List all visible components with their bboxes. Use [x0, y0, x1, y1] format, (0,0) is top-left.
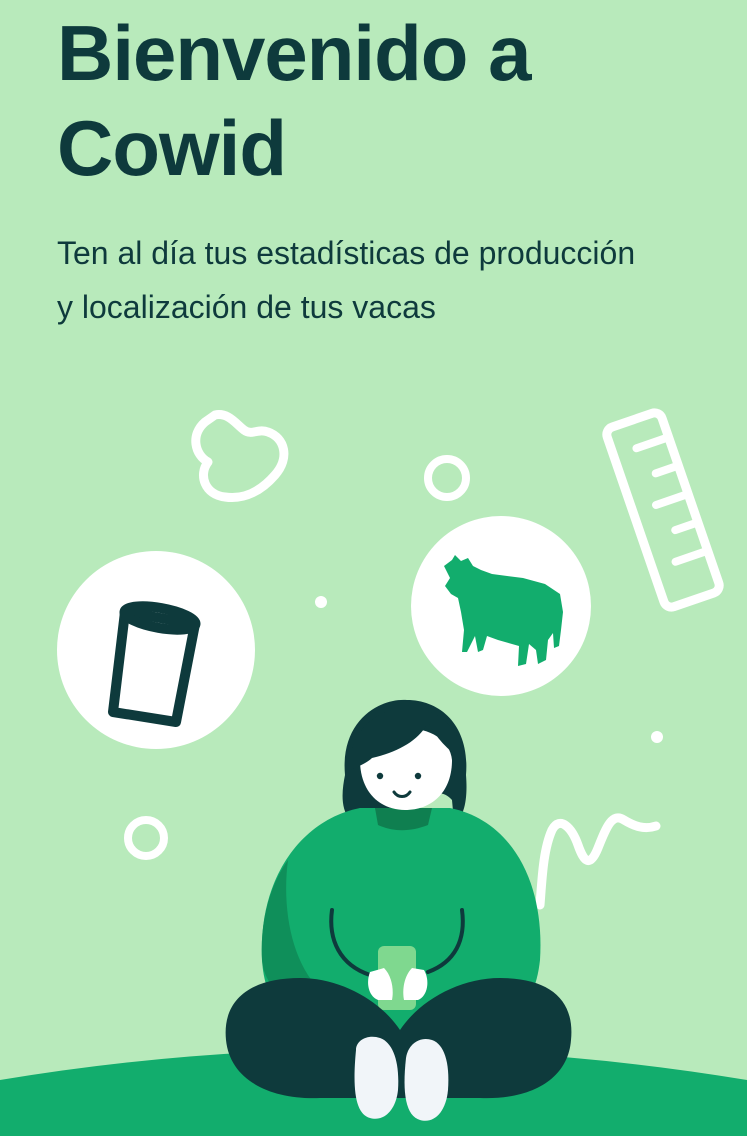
squiggle-decoration: [535, 813, 661, 910]
welcome-subtitle-line-2: y localización de tus vacas: [57, 289, 436, 325]
cow-badge: [411, 516, 591, 696]
welcome-title-line-2: Cowid: [57, 104, 287, 192]
dot-decoration: [315, 596, 327, 608]
welcome-subtitle-line-1: Ten al día tus estadísticas de producció…: [57, 235, 636, 271]
blob-icon: [191, 410, 289, 503]
welcome-screen: Bienvenido a Cowid Ten al día tus estadí…: [0, 0, 747, 1136]
person-sock-left: [354, 1036, 399, 1119]
welcome-title-line-1: Bienvenido a: [57, 9, 531, 97]
welcome-subtitle: Ten al día tus estadísticas de producció…: [57, 226, 717, 334]
welcome-title: Bienvenido a Cowid: [57, 6, 697, 196]
welcome-illustration: [0, 408, 747, 1136]
ruler-icon: [602, 408, 724, 612]
person-sock-right: [404, 1038, 449, 1121]
person-illustration: [225, 699, 572, 1121]
ring-decoration-left: [124, 816, 168, 860]
milk-glass-badge: [57, 551, 255, 749]
dot-decoration: [651, 731, 663, 743]
ring-decoration-top: [424, 455, 470, 501]
